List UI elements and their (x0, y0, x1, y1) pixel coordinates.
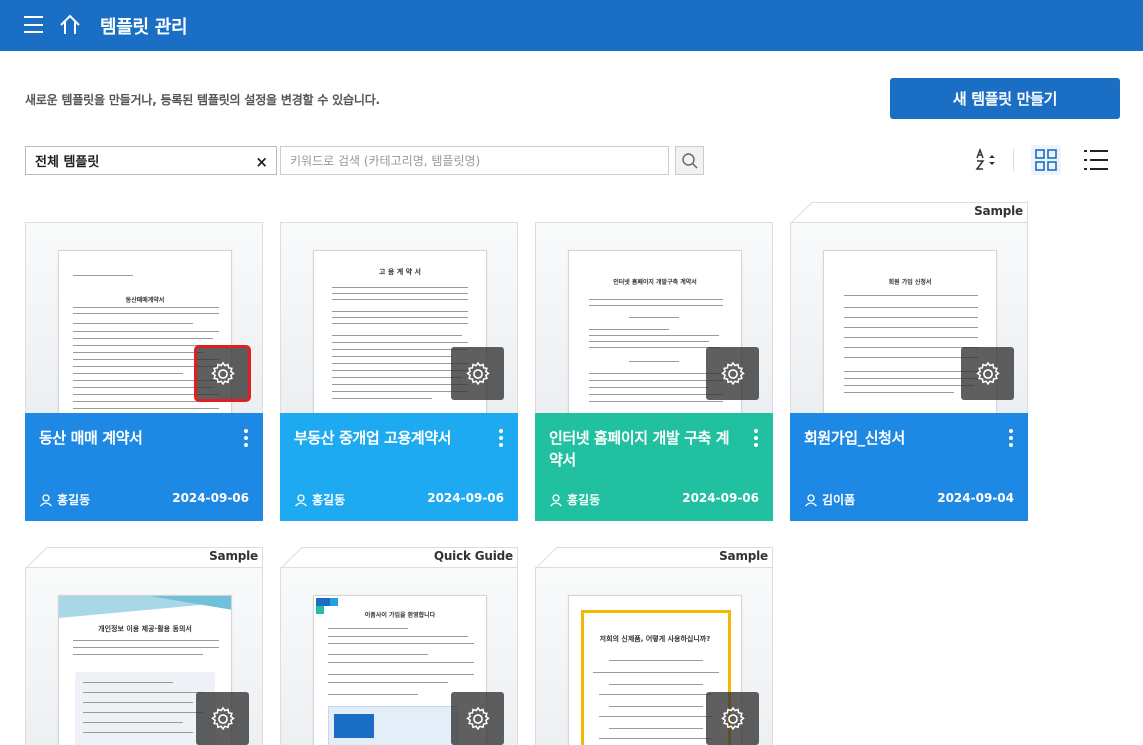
gear-icon (720, 361, 745, 385)
card-tag-label: Sample (719, 549, 768, 563)
gear-icon (210, 361, 235, 385)
template-thumbnail: 이폼사이 가입을 환영합니다 (280, 567, 518, 745)
template-author: 홍길동 (549, 491, 600, 508)
template-card-info: 부동산 중개업 고용계약서 홍길동 2024-09-06 (280, 413, 518, 521)
gear-icon (975, 361, 1000, 385)
template-card[interactable]: 인터넷 홈페이지 개발구축 계약서 인터넷 홈페이지 개발 구축 계약서 홍길동… (535, 222, 773, 521)
template-author: 홍길동 (294, 491, 345, 508)
more-options-icon[interactable] (753, 429, 759, 449)
grid-view-icon (1035, 149, 1057, 171)
template-date: 2024-09-04 (937, 491, 1014, 505)
search-input[interactable] (280, 146, 669, 175)
card-settings-button[interactable] (706, 692, 759, 745)
card-settings-button[interactable] (194, 345, 251, 402)
document-preview-title: 고 용 계 약 서 (379, 268, 421, 276)
template-name: 회원가입_신청서 (804, 429, 905, 447)
card-tag-label: Sample (974, 204, 1023, 218)
template-author: 김이폼 (804, 491, 855, 508)
sort-az-icon (975, 147, 995, 170)
card-settings-button[interactable] (961, 347, 1014, 400)
top-header-bar: 템플릿 관리 (0, 0, 1143, 51)
user-icon (40, 493, 52, 506)
more-options-icon[interactable] (243, 429, 249, 449)
document-preview-title: 동산매매계약서 (125, 297, 165, 304)
template-name: 인터넷 홈페이지 개발 구축 계약서 (549, 429, 730, 469)
template-card[interactable]: 저희의 신제품, 어떻게 사용하십니까? (535, 567, 773, 745)
list-view-icon (1084, 150, 1108, 170)
card-settings-button[interactable] (451, 347, 504, 400)
template-card-info: 회원가입_신청서 김이폼 2024-09-04 (790, 413, 1028, 521)
gear-icon (465, 706, 490, 730)
template-card-info: 동산 매매 계약서 홍길동 2024-09-06 (25, 413, 263, 521)
template-card[interactable]: 이폼사이 가입을 환영합니다 (280, 567, 518, 745)
sort-az-button[interactable] (974, 147, 1000, 173)
template-thumbnail: 회원 가입 신청서 (790, 222, 1028, 413)
template-name: 부동산 중개업 고용계약서 (294, 429, 452, 447)
template-author-name: 홍길동 (57, 493, 91, 507)
gear-icon (720, 706, 745, 730)
page-title: 템플릿 관리 (100, 17, 188, 38)
document-preview-title: 개인정보 이용 제공·활용 동의서 (98, 625, 192, 633)
template-card[interactable]: 동산매매계약서 동산 매매 계약서 홍길동 2024-09-06 (25, 222, 263, 521)
category-select-value: 전체 템플릿 (35, 155, 100, 170)
template-thumbnail: 개인정보 이용 제공·활용 동의서 (25, 567, 263, 745)
template-name: 동산 매매 계약서 (39, 429, 143, 447)
card-tag-label: Sample (209, 549, 258, 563)
search-icon (681, 152, 698, 169)
home-icon[interactable] (58, 13, 82, 37)
category-select[interactable]: 전체 템플릿 × (25, 146, 277, 175)
card-tag-label: Quick Guide (433, 549, 513, 563)
card-tag: Sample (790, 202, 1028, 224)
user-icon (550, 493, 562, 506)
template-author-name: 홍길동 (312, 493, 346, 507)
card-tag: Sample (535, 547, 773, 569)
template-thumbnail: 동산매매계약서 (25, 222, 263, 413)
view-divider (1013, 149, 1014, 171)
document-preview-title: 회원 가입 신청서 (888, 279, 932, 286)
template-thumbnail: 고 용 계 약 서 (280, 222, 518, 413)
list-view-button[interactable] (1081, 147, 1111, 173)
clear-icon[interactable]: × (255, 153, 268, 171)
document-preview-title: 이폼사이 가입을 환영합니다 (364, 612, 436, 619)
gear-icon (210, 706, 235, 730)
gear-icon (465, 361, 490, 385)
template-thumbnail: 저희의 신제품, 어떻게 사용하십니까? (535, 567, 773, 745)
new-template-button[interactable]: 새 템플릿 만들기 (890, 78, 1120, 119)
document-preview-title: 인터넷 홈페이지 개발구축 계약서 (613, 279, 697, 286)
template-card[interactable]: 고 용 계 약 서 부동산 중개업 고용계약서 홍길동 2024-09-06 (280, 222, 518, 521)
template-card[interactable]: 회원 가입 신청서 회원가입_신청서 김이폼 2024-09-04 (790, 222, 1028, 521)
user-icon (805, 493, 817, 506)
template-card[interactable]: 개인정보 이용 제공·활용 동의서 (25, 567, 263, 745)
template-author-name: 홍길동 (567, 493, 601, 507)
page-description: 새로운 템플릿을 만들거나, 등록된 템플릿의 설정을 변경할 수 있습니다. (25, 93, 380, 107)
more-options-icon[interactable] (498, 429, 504, 449)
document-preview-title: 저희의 신제품, 어떻게 사용하십니까? (599, 635, 711, 643)
template-card-info: 인터넷 홈페이지 개발 구축 계약서 홍길동 2024-09-06 (535, 413, 773, 521)
card-tag: Sample (25, 547, 263, 569)
hamburger-menu-icon[interactable] (24, 16, 43, 33)
card-settings-button[interactable] (451, 692, 504, 745)
grid-view-button[interactable] (1031, 145, 1061, 175)
more-options-icon[interactable] (1008, 429, 1014, 449)
card-tag: Quick Guide (280, 547, 518, 569)
template-author: 홍길동 (39, 491, 90, 508)
user-icon (295, 493, 307, 506)
template-thumbnail: 인터넷 홈페이지 개발구축 계약서 (535, 222, 773, 413)
template-date: 2024-09-06 (172, 491, 249, 505)
template-date: 2024-09-06 (682, 491, 759, 505)
template-author-name: 김이폼 (822, 493, 856, 507)
template-date: 2024-09-06 (427, 491, 504, 505)
search-button[interactable] (675, 146, 704, 175)
card-settings-button[interactable] (706, 347, 759, 400)
card-settings-button[interactable] (196, 692, 249, 745)
